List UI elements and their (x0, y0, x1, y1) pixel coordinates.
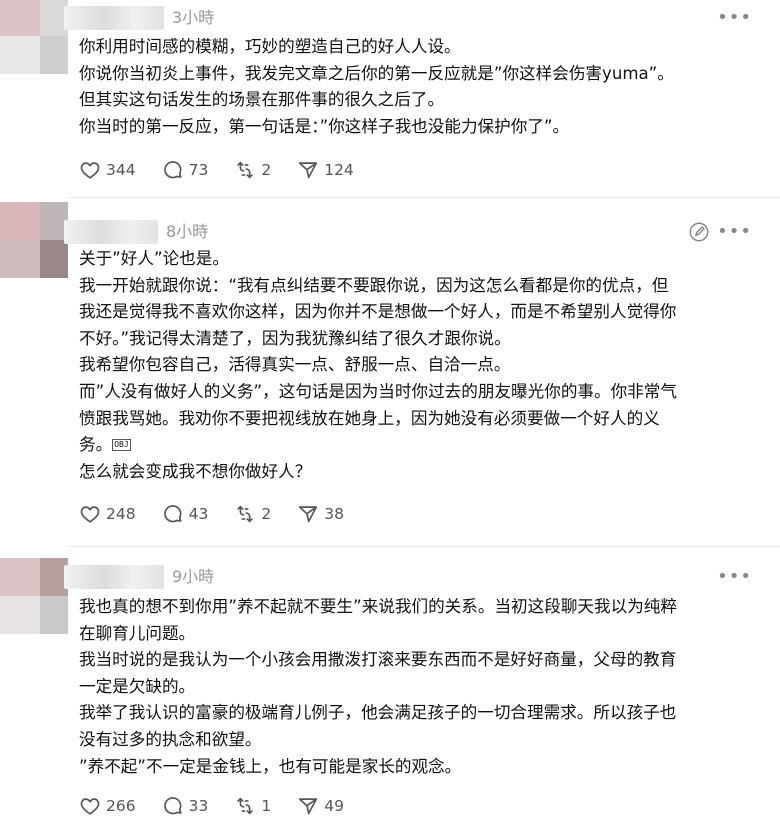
post-header: 9小時 (64, 564, 214, 590)
divider (68, 546, 780, 547)
share-button[interactable]: 124 (297, 159, 354, 181)
reply-button[interactable]: 43 (162, 503, 209, 525)
heart-icon (80, 162, 100, 179)
post-line: 你说你当初炎上事件，我发完文章之后你的第一反应就是”你这样会伤害yuma”。 (79, 63, 674, 83)
avatar[interactable] (0, 202, 68, 278)
share-count: 38 (324, 505, 344, 523)
post-body: 你利用时间感的模糊，巧妙的塑造自己的好人人设。 你说你当初炎上事件，我发完文章之… (79, 34, 759, 140)
post-line: 我当时说的是我认为一个小孩会用撒泼打滚来要东西而不是好好商量，父母的教育 (79, 650, 677, 670)
post-line: 我希望你包容自己，活得真实一点、舒服一点、自洽一点。 (79, 355, 511, 375)
post-line: ”养不起”不一定是金钱上，也有可能是家长的观念。 (79, 756, 462, 776)
send-icon (299, 162, 318, 179)
action-bar: 248 43 2 38 (79, 503, 370, 525)
repost-button[interactable]: 2 (234, 159, 271, 181)
share-button[interactable]: 38 (297, 503, 344, 525)
repost-button[interactable]: 1 (234, 795, 271, 817)
comment-icon (163, 797, 182, 815)
post-line: 我还是觉得我不喜欢你这样，因为你并不是想做一个好人，而是不希望别人觉得你 (79, 302, 677, 322)
comment-icon (163, 505, 182, 523)
share-count: 124 (324, 161, 354, 179)
share-count: 49 (324, 797, 344, 815)
edit-icon[interactable] (688, 221, 710, 243)
like-count: 266 (106, 797, 136, 815)
username-redacted[interactable] (64, 220, 158, 244)
post-time: 8小時 (166, 222, 209, 241)
like-button[interactable]: 344 (79, 159, 136, 181)
post-line: 在聊育儿问题。 (79, 623, 196, 643)
avatar[interactable] (0, 558, 68, 634)
post-line: 愤跟我骂她。我劝你不要把视线放在她身上，因为她没有必须要做一个好人的义 (79, 408, 660, 428)
more-dots-icon[interactable]: ••• (717, 8, 752, 28)
post-line: 而”人没有做好人的义务”，这句话是因为当时你过去的朋友曝光你的事。你非常气 (79, 381, 677, 401)
post-line: 务。 (79, 435, 113, 455)
send-icon (299, 506, 318, 523)
post-body: 我也真的想不到你用”养不起就不要生”来说我们的关系。当初这段聊天我以为纯粹 在聊… (79, 594, 759, 780)
repost-icon (237, 505, 254, 523)
reply-count: 73 (188, 161, 209, 179)
reply-count: 33 (188, 797, 209, 815)
post-line: 但其实这句话发生的场景在那件事的很久之后了。 (79, 90, 445, 110)
post-header: 3小時 (64, 5, 214, 31)
more-dots-icon[interactable]: ••• (717, 567, 752, 587)
action-bar: 266 33 1 49 (79, 795, 370, 817)
repost-icon (237, 161, 254, 179)
post-2: 8小時 ••• 关于”好人”论也是。 我一开始就跟你说：“我有点纠结要不要跟你说… (0, 198, 780, 548)
like-count: 344 (106, 161, 136, 179)
post-time: 3小時 (172, 8, 215, 27)
heart-icon (80, 798, 100, 815)
post-body: 关于”好人”论也是。 我一开始就跟你说：“我有点纠结要不要跟你说，因为这怎么看都… (79, 246, 759, 485)
share-button[interactable]: 49 (297, 795, 344, 817)
like-button[interactable]: 248 (79, 503, 136, 525)
post-line: 你利用时间感的模糊，巧妙的塑造自己的好人人设。 (79, 37, 461, 56)
repost-count: 1 (261, 797, 272, 815)
post-line: 我一开始就跟你说：“我有点纠结要不要跟你说，因为这怎么看都是你的优点，但 (79, 275, 669, 295)
comment-icon (163, 161, 182, 179)
like-button[interactable]: 266 (79, 795, 136, 817)
send-icon (299, 798, 318, 815)
post-line: 不好。”我记得太清楚了，因为我犹豫纠结了很久才跟你说。 (79, 328, 511, 348)
repost-count: 2 (261, 505, 272, 523)
action-bar: 344 73 2 124 (79, 159, 380, 181)
post-line-with-obj: 务。 OBJ (79, 432, 759, 459)
post-time: 9小時 (172, 567, 215, 586)
more-dots-icon[interactable]: ••• (717, 222, 752, 242)
reply-count: 43 (188, 505, 209, 523)
post-line: 我也真的想不到你用”养不起就不要生”来说我们的关系。当初这段聊天我以为纯粹 (79, 597, 677, 616)
reply-button[interactable]: 73 (162, 159, 209, 181)
post-line: 一定是欠缺的。 (79, 676, 196, 696)
post-line: 没有过多的执念和欲望。 (79, 729, 262, 749)
post-1: 3小時 ••• 你利用时间感的模糊，巧妙的塑造自己的好人人设。 你说你当初炎上事… (0, 0, 780, 205)
reply-button[interactable]: 33 (162, 795, 209, 817)
post-header: 8小時 (64, 219, 208, 245)
post-line: 怎么就会变成我不想你做好人？ (79, 461, 312, 481)
post-line: 你当时的第一反应，第一句话是：”你这样子我也没能力保护你了”。 (79, 116, 570, 136)
post-3: 9小時 ••• 我也真的想不到你用”养不起就不要生”来说我们的关系。当初这段聊天… (0, 556, 780, 827)
post-line: 关于”好人”论也是。 (79, 249, 229, 268)
username-redacted[interactable] (64, 6, 164, 30)
like-count: 248 (106, 505, 136, 523)
object-replacement-mark: OBJ (112, 439, 131, 452)
post-line: 我举了我认识的富豪的极端育儿例子，他会满足孩子的一切合理需求。所以孩子也 (79, 703, 677, 723)
avatar[interactable] (0, 0, 68, 74)
repost-count: 2 (261, 161, 272, 179)
repost-button[interactable]: 2 (234, 503, 271, 525)
heart-icon (80, 506, 100, 523)
username-redacted[interactable] (64, 565, 164, 589)
repost-icon (237, 797, 254, 815)
